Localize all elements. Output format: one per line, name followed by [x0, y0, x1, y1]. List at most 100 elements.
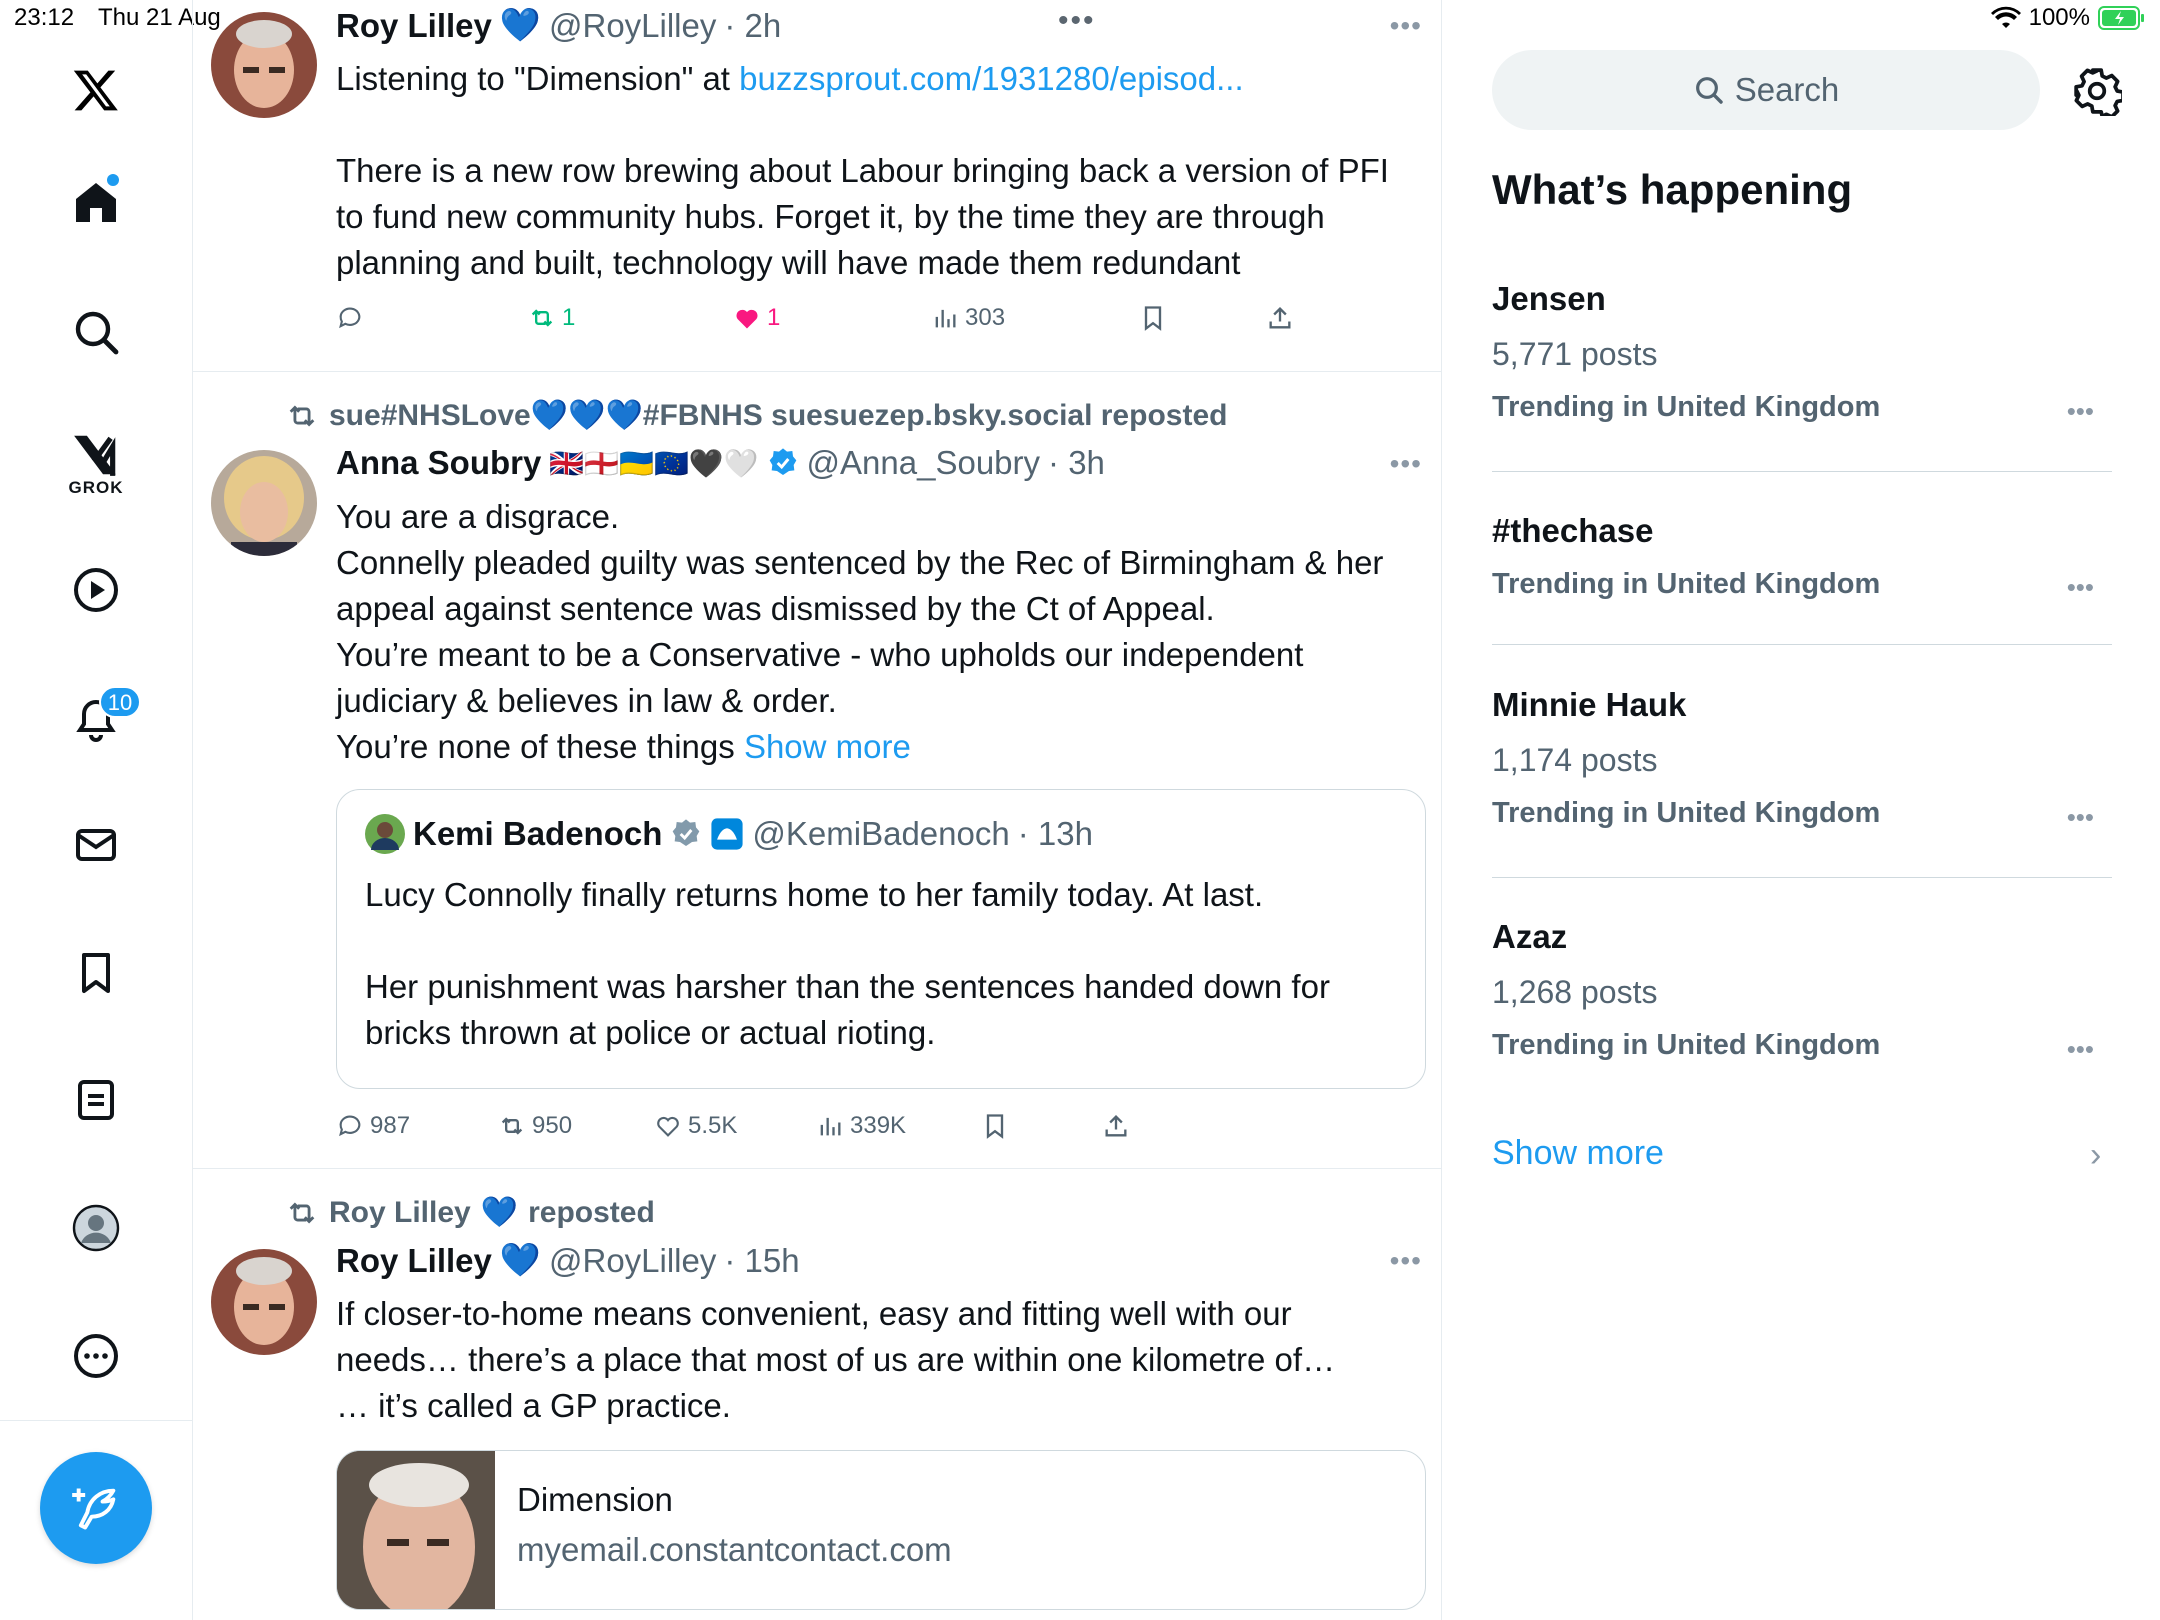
author-name[interactable]: Roy Lilley: [336, 7, 492, 45]
bookmarks-icon[interactable]: [48, 933, 144, 1013]
bookmark-icon: [1144, 306, 1162, 331]
post-time[interactable]: · 2h: [724, 7, 781, 45]
reply-button[interactable]: 987: [336, 1112, 410, 1140]
home-icon[interactable]: [48, 162, 144, 242]
author-name[interactable]: Roy Lilley: [336, 1242, 492, 1280]
trend-count: 5,771 posts: [1492, 336, 1658, 372]
post-body: You are a disgrace. Connelly pleaded gui…: [336, 494, 1406, 770]
trend-more-icon[interactable]: •••: [2067, 396, 2094, 427]
messages-icon[interactable]: [48, 805, 144, 885]
whats-happening-heading: What’s happening: [1492, 166, 1853, 213]
author-handle[interactable]: @RoyLilley: [549, 1242, 716, 1280]
status-indicators: 100%: [1990, 4, 2146, 32]
like-button[interactable]: 1: [733, 304, 780, 332]
repost-icon: [531, 309, 553, 327]
trend-title: Azaz: [1492, 918, 1568, 955]
trend-item[interactable]: #thechase Trending in United Kingdom •••: [1492, 512, 2112, 603]
repost-button[interactable]: 950: [498, 1112, 572, 1140]
trend-location: Trending in United Kingdom: [1492, 1029, 1881, 1061]
quote-avatar[interactable]: [365, 814, 405, 854]
link-card[interactable]: Dimension myemail.constantcontact.com: [336, 1450, 1426, 1610]
reply-icon: [339, 1115, 361, 1137]
reply-button[interactable]: [336, 304, 364, 332]
bookmark-button[interactable]: [981, 1112, 1009, 1140]
trend-item[interactable]: Jensen 5,771 posts Trending in United Ki…: [1492, 280, 2112, 427]
show-more-link[interactable]: Show more: [1492, 1134, 1664, 1173]
repost-context[interactable]: sue#NHSLove💙💙💙#FBNHS suesuezep.bsky.soci…: [285, 398, 1227, 433]
post-text: You are a disgrace. Connelly pleaded gui…: [336, 498, 1384, 765]
post-roy-lilley-1[interactable]: Roy Lilley 💙 @RoyLilley · 2h ••• Listeni…: [193, 0, 1441, 372]
trend-item[interactable]: Minnie Hauk 1,174 posts Trending in Unit…: [1492, 686, 2112, 833]
verified-badge-icon: [769, 448, 796, 475]
heart-icon: [657, 1116, 679, 1137]
heart-emoji: 💙: [499, 6, 541, 43]
grok-label: GROK: [68, 478, 124, 497]
view-count: 339K: [850, 1112, 907, 1139]
avatar[interactable]: [211, 1249, 317, 1355]
repost-suffix: reposted: [528, 1195, 655, 1229]
trend-more-icon[interactable]: •••: [2067, 1034, 2094, 1065]
avatar[interactable]: [211, 12, 317, 118]
reply-icon: [339, 307, 361, 329]
profile-avatar-icon[interactable]: [48, 1188, 144, 1268]
timeline[interactable]: Roy Lilley 💙 @RoyLilley · 2h ••• Listeni…: [193, 0, 1442, 1620]
quote-author-handle[interactable]: @KemiBadenoch: [752, 815, 1009, 853]
quoted-post[interactable]: Kemi Badenoch @KemiBadenoch · 13h Lucy C…: [336, 789, 1426, 1089]
author-handle[interactable]: @RoyLilley: [549, 7, 716, 45]
repost-by[interactable]: sue#NHSLove💙💙💙#FBNHS suesuezep.bsky.soci…: [329, 398, 1227, 433]
search-icon: [1695, 77, 1723, 104]
show-more-link[interactable]: Show more: [744, 728, 911, 765]
like-count: 5.5K: [688, 1112, 738, 1139]
bookmark-button[interactable]: [1139, 304, 1167, 332]
share-button[interactable]: [1266, 304, 1294, 332]
search-icon[interactable]: [48, 292, 144, 372]
settings-gear-icon[interactable]: [2072, 66, 2122, 116]
left-nav: GROK 10: [0, 0, 193, 1620]
trend-more-icon[interactable]: •••: [2067, 802, 2094, 833]
repost-icon: [289, 1201, 315, 1224]
video-icon[interactable]: [48, 550, 144, 630]
post-link[interactable]: buzzsprout.com/1931280/episod...: [739, 60, 1244, 97]
post-time[interactable]: · 15h: [724, 1242, 799, 1280]
trend-item[interactable]: Azaz 1,268 posts Trending in United King…: [1492, 918, 2112, 1065]
post-text-2: There is a new row brewing about Labour …: [336, 152, 1399, 281]
post-anna-soubry[interactable]: sue#NHSLove💙💙💙#FBNHS suesuezep.bsky.soci…: [193, 372, 1441, 1169]
verified-grey-badge-icon: [673, 819, 700, 846]
link-card-domain: myemail.constantcontact.com: [517, 1531, 952, 1568]
avatar[interactable]: [211, 450, 317, 556]
repost-count: 950: [532, 1112, 573, 1139]
compose-button[interactable]: [40, 1452, 152, 1564]
post-more-icon[interactable]: •••: [1390, 448, 1422, 480]
trend-more-icon[interactable]: •••: [2067, 572, 2094, 603]
author-name[interactable]: Anna Soubry: [336, 444, 541, 482]
repost-icon: [501, 1117, 523, 1135]
more-icon[interactable]: [48, 1316, 144, 1396]
share-button[interactable]: [1102, 1112, 1130, 1140]
views-button[interactable]: 303: [931, 304, 1005, 332]
quote-author-name[interactable]: Kemi Badenoch: [413, 815, 662, 853]
trend-title: #thechase: [1492, 512, 1654, 549]
trend-location: Trending in United Kingdom: [1492, 568, 1881, 600]
x-logo-icon[interactable]: [48, 50, 144, 130]
repost-icon: [289, 404, 315, 427]
link-card-title: Dimension: [517, 1481, 673, 1518]
post-more-icon[interactable]: •••: [1390, 1245, 1422, 1277]
post-roy-lilley-2[interactable]: Roy Lilley 💙 reposted Roy Lilley 💙 @RoyL…: [193, 1169, 1441, 1620]
views-button[interactable]: 339K: [816, 1112, 906, 1140]
like-button[interactable]: 5.5K: [654, 1112, 737, 1140]
chevron-right-icon[interactable]: ›: [2090, 1136, 2101, 1175]
repost-button[interactable]: 1: [528, 304, 575, 332]
author-handle[interactable]: @Anna_Soubry: [807, 444, 1040, 482]
repost-context[interactable]: Roy Lilley 💙 reposted: [285, 1195, 655, 1230]
views-icon: [820, 1117, 841, 1136]
post-body: Listening to "Dimension" at buzzsprout.c…: [336, 56, 1406, 102]
repost-by-name[interactable]: Roy Lilley: [329, 1196, 471, 1230]
lists-icon[interactable]: [48, 1060, 144, 1140]
search-input[interactable]: Search: [1492, 50, 2040, 130]
post-header: Anna Soubry 🇬🇧🏴󠁧󠁢󠁥󠁮󠁧󠁿🇺🇦🇪🇺🖤🤍 @Anna_Soubry…: [336, 444, 1105, 482]
post-body: If closer-to-home means convenient, easy…: [336, 1295, 1336, 1424]
trend-divider: [1492, 877, 2112, 878]
post-more-icon[interactable]: •••: [1390, 10, 1422, 42]
post-time[interactable]: · 3h: [1048, 444, 1105, 482]
quote-time[interactable]: · 13h: [1018, 815, 1093, 853]
